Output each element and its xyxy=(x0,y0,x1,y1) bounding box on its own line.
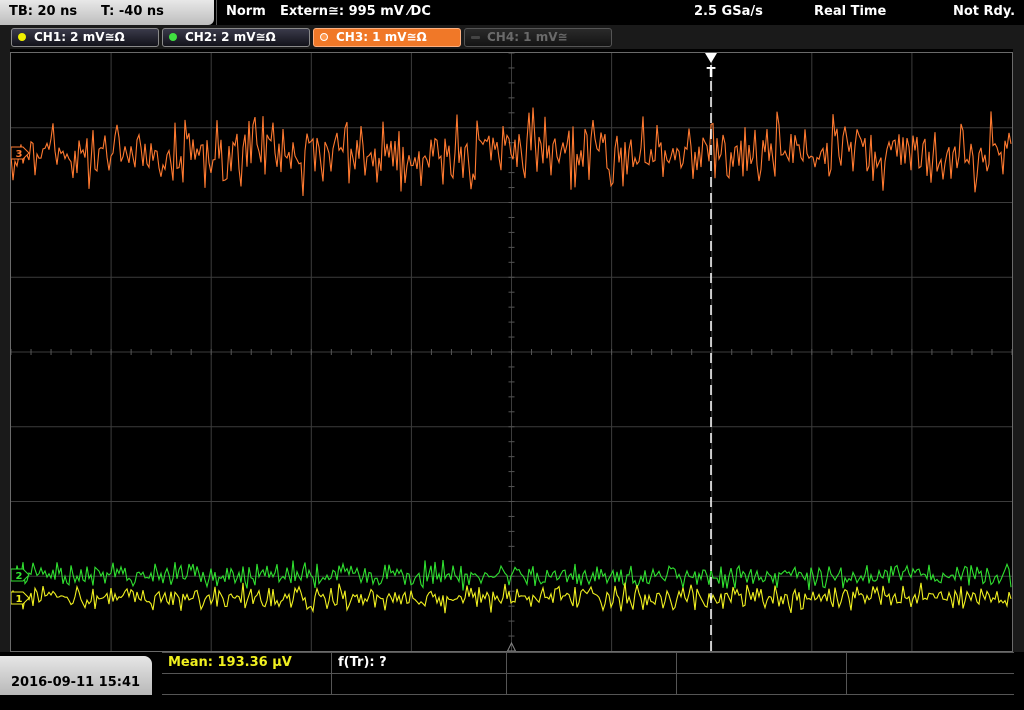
trigger-mode[interactable]: Norm xyxy=(226,0,266,24)
channel-3-button[interactable]: CH3: 1 mV≅Ω xyxy=(313,28,461,47)
run-status[interactable]: Not Rdy. xyxy=(953,0,1015,24)
channel-4-button[interactable]: CH4: 1 mV≅ xyxy=(464,28,612,47)
measurement-slot-5[interactable] xyxy=(847,653,1014,674)
trigger-arrow-icon xyxy=(705,53,717,63)
measurement-slot-10[interactable] xyxy=(847,674,1014,695)
status-bar: TB: 20 ns T: -40 ns Norm Extern≅: 995 mV… xyxy=(0,0,1024,25)
trigger-time-value: T: -40 ns xyxy=(101,4,164,19)
channel-3-dot-icon xyxy=(320,33,328,41)
channel-bar: CH1: 2 mV≅Ω CH2: 2 mV≅Ω CH3: 1 mV≅Ω CH4:… xyxy=(0,25,1024,49)
channel-1-marker-label: 1 xyxy=(16,594,23,605)
waveform-canvas: T 3 2 1 xyxy=(11,53,1012,651)
channel-2-marker-label: 2 xyxy=(16,571,23,582)
divider xyxy=(216,0,217,25)
channel-3-marker-label: 3 xyxy=(16,149,23,160)
frame-right xyxy=(1013,49,1024,655)
channel-1-label: CH1: 2 mV≅Ω xyxy=(34,30,125,44)
channel-1-button[interactable]: CH1: 2 mV≅Ω xyxy=(11,28,159,47)
trigger-marker-label: T xyxy=(707,66,716,81)
freq-measurement[interactable]: f(Tr): ? xyxy=(332,653,507,674)
channel-1-dot-icon xyxy=(18,33,26,41)
trigger-source[interactable]: Extern≅: 995 mV ⁄DC xyxy=(280,0,431,24)
channel-4-dash-icon xyxy=(471,36,480,39)
datetime: 2016-09-11 15:41 xyxy=(11,675,141,690)
measurement-slot-4[interactable] xyxy=(677,653,847,674)
timebase-box[interactable]: TB: 20 ns T: -40 ns xyxy=(0,0,214,25)
waveform-display[interactable]: T 3 2 1 xyxy=(10,52,1013,652)
channel-2-label: CH2: 2 mV≅Ω xyxy=(185,30,276,44)
acquisition-mode[interactable]: Real Time xyxy=(814,0,886,24)
timebase-value: TB: 20 ns xyxy=(9,4,78,19)
measurement-slot-3[interactable] xyxy=(507,653,677,674)
channel-2-dot-icon xyxy=(169,33,177,41)
frame-left xyxy=(0,49,10,655)
mean-measurement[interactable]: Mean: 193.36 µV xyxy=(162,653,332,674)
channel-4-label: CH4: 1 mV≅ xyxy=(487,30,568,44)
measurement-slot-9[interactable] xyxy=(677,674,847,695)
channel-2-button[interactable]: CH2: 2 mV≅Ω xyxy=(162,28,310,47)
datetime-box: 2016-09-11 15:41 xyxy=(0,656,152,695)
measurement-slot-7[interactable] xyxy=(332,674,507,695)
measurement-slot-8[interactable] xyxy=(507,674,677,695)
measurement-slot-6[interactable] xyxy=(162,674,332,695)
measurement-panel: Mean: 193.36 µV f(Tr): ? xyxy=(162,652,1014,696)
channel-3-label: CH3: 1 mV≅Ω xyxy=(336,30,427,44)
sample-rate[interactable]: 2.5 GSa/s xyxy=(694,0,763,24)
